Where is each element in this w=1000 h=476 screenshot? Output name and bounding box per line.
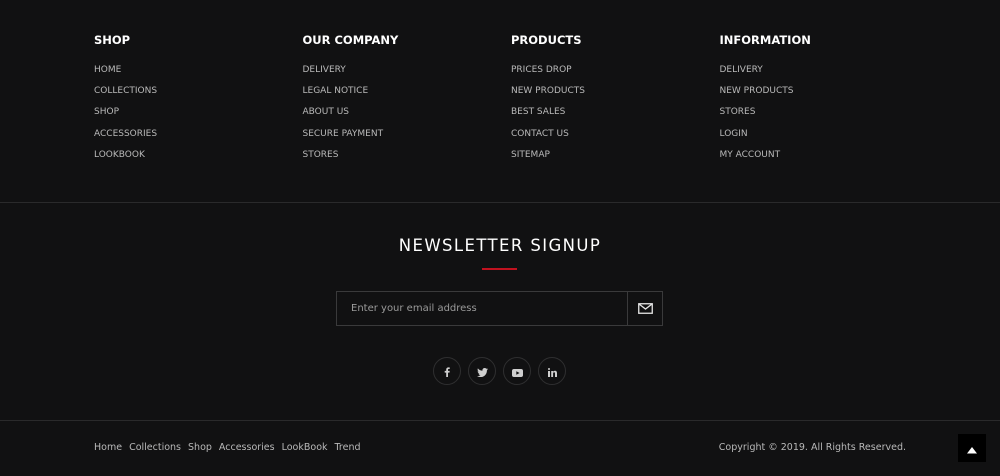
footer-link[interactable]: ABOUT US bbox=[303, 105, 512, 126]
footer-link[interactable]: COLLECTIONS bbox=[94, 84, 303, 105]
footer-link[interactable]: LEGAL NOTICE bbox=[303, 84, 512, 105]
bottom-nav-link[interactable]: Home bbox=[94, 441, 122, 455]
youtube-button[interactable] bbox=[503, 357, 531, 385]
column-title: INFORMATION bbox=[719, 33, 811, 47]
footer-link[interactable]: DELIVERY bbox=[720, 63, 929, 84]
newsletter-submit-button[interactable] bbox=[627, 292, 662, 325]
bottom-nav: Home Collections Shop Accessories LookBo… bbox=[94, 441, 361, 455]
footer-link[interactable]: STORES bbox=[720, 105, 929, 126]
back-to-top-button[interactable] bbox=[958, 434, 986, 462]
footer-link[interactable]: DELIVERY bbox=[303, 63, 512, 84]
newsletter-form bbox=[336, 291, 663, 326]
footer-link[interactable]: MY ACCOUNT bbox=[720, 148, 929, 169]
footer-link-columns: SHOP HOME COLLECTIONS SHOP ACCESSORIES L… bbox=[94, 33, 928, 169]
newsletter-title: NEWSLETTER SIGNUP bbox=[398, 236, 602, 255]
footer-column-shop: SHOP HOME COLLECTIONS SHOP ACCESSORIES L… bbox=[94, 33, 303, 169]
footer-link[interactable]: PRICES DROP bbox=[511, 63, 720, 84]
column-title: PRODUCTS bbox=[511, 33, 582, 47]
footer-link[interactable]: CONTACT US bbox=[511, 127, 720, 148]
link-list: DELIVERY LEGAL NOTICE ABOUT US SECURE PA… bbox=[303, 63, 512, 169]
title-accent-line bbox=[482, 268, 517, 270]
footer-link[interactable]: STORES bbox=[303, 148, 512, 169]
footer-column-products: PRODUCTS PRICES DROP NEW PRODUCTS BEST S… bbox=[511, 33, 720, 169]
bottom-nav-link[interactable]: Collections bbox=[129, 441, 181, 455]
envelope-icon bbox=[637, 299, 653, 318]
footer-link[interactable]: HOME bbox=[94, 63, 303, 84]
footer-link[interactable]: SECURE PAYMENT bbox=[303, 127, 512, 148]
footer-link[interactable]: BEST SALES bbox=[511, 105, 720, 126]
link-list: DELIVERY NEW PRODUCTS STORES LOGIN MY AC… bbox=[720, 63, 929, 169]
bottom-nav-link[interactable]: LookBook bbox=[282, 441, 328, 455]
section-divider bbox=[0, 202, 1000, 203]
chevron-up-icon bbox=[967, 439, 977, 458]
bottom-nav-link[interactable]: Trend bbox=[335, 441, 361, 455]
email-input[interactable] bbox=[337, 292, 627, 325]
twitter-icon bbox=[476, 362, 488, 381]
section-divider bbox=[0, 420, 1000, 421]
copyright-text: Copyright © 2019. All Rights Reserved. bbox=[718, 442, 906, 453]
footer-link[interactable]: NEW PRODUCTS bbox=[511, 84, 720, 105]
linkedin-icon bbox=[547, 362, 557, 381]
footer-link[interactable]: SITEMAP bbox=[511, 148, 720, 169]
footer-link[interactable]: LOGIN bbox=[720, 127, 929, 148]
facebook-icon bbox=[444, 362, 450, 381]
footer-link[interactable]: NEW PRODUCTS bbox=[720, 84, 929, 105]
bottom-nav-link[interactable]: Accessories bbox=[219, 441, 275, 455]
twitter-button[interactable] bbox=[468, 357, 496, 385]
facebook-button[interactable] bbox=[433, 357, 461, 385]
footer-column-information: INFORMATION DELIVERY NEW PRODUCTS STORES… bbox=[720, 33, 929, 169]
linkedin-button[interactable] bbox=[538, 357, 566, 385]
youtube-icon bbox=[511, 362, 523, 381]
footer-link[interactable]: LOOKBOOK bbox=[94, 148, 303, 169]
link-list: PRICES DROP NEW PRODUCTS BEST SALES CONT… bbox=[511, 63, 720, 169]
link-list: HOME COLLECTIONS SHOP ACCESSORIES LOOKBO… bbox=[94, 63, 303, 169]
footer-link[interactable]: SHOP bbox=[94, 105, 303, 126]
footer-column-our-company: OUR COMPANY DELIVERY LEGAL NOTICE ABOUT … bbox=[303, 33, 512, 169]
social-links bbox=[433, 357, 566, 385]
bottom-nav-link[interactable]: Shop bbox=[188, 441, 212, 455]
column-title: OUR COMPANY bbox=[302, 33, 399, 47]
footer-link[interactable]: ACCESSORIES bbox=[94, 127, 303, 148]
column-title: SHOP bbox=[94, 33, 131, 47]
